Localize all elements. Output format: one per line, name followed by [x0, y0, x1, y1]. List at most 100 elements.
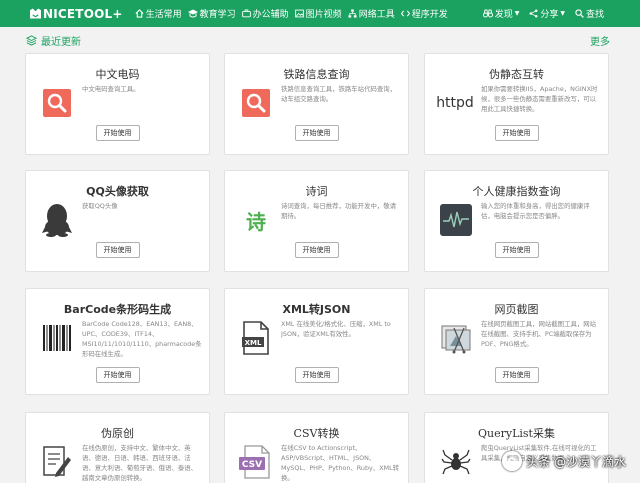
start-button[interactable]: 开始使用 [95, 367, 140, 383]
card-title: 个人健康指数查询 [472, 185, 561, 198]
main-nav: 生活常用 教育学习 办公辅助 图片视频 网络工具 程序开发 [135, 7, 454, 20]
chevron-down-icon: ▼ [514, 10, 520, 17]
start-button[interactable]: 开始使用 [95, 125, 140, 141]
image-icon [294, 9, 304, 18]
tool-card: 伪原创 在线伪原创，支持中文、繁体中文、英语、德语、日语、韩语、西班牙语、法语、… [25, 412, 210, 483]
nav-item-network[interactable]: 网络工具 [348, 7, 395, 20]
card-desc: 输入您的体重和身高，得出您的健康评估，电脑会提示您是否偏胖。 [481, 202, 590, 220]
watermark: 头条 @沙漠丫滴水 [502, 451, 626, 471]
watermark-logo-icon [502, 451, 523, 471]
search-icon [575, 9, 584, 18]
nav-item-education[interactable]: 教育学习 [187, 7, 236, 20]
csv-file-icon: CSV [239, 445, 273, 479]
card-desc: BarCode Code128、EAN13、EAN8、UPC、CODE39、IT… [82, 320, 202, 358]
card-title: 诗词 [305, 185, 328, 198]
csv-icon-text: CSV [242, 460, 262, 470]
card-desc: 在线CSV to Actionscript、ASP/VBScript、HTML、… [281, 444, 400, 482]
nav-share[interactable]: 分享 ▼ [529, 7, 565, 20]
nav-right: 发现 ▼ 分享 ▼ 查找 [473, 0, 604, 27]
logo-icon [30, 8, 41, 19]
card-title: QQ头像获取 [86, 185, 149, 198]
barcode-icon [40, 321, 74, 355]
nav-item-label: 生活常用 [145, 10, 182, 20]
watermark-text: 头条 @沙漠丫滴水 [526, 454, 626, 469]
card-title: 伪静态互转 [489, 68, 544, 81]
xml-file-icon: XML [239, 321, 273, 355]
start-button[interactable]: 开始使用 [494, 367, 539, 383]
start-button[interactable]: 开始使用 [294, 367, 339, 383]
start-button[interactable]: 开始使用 [294, 125, 339, 141]
nav-item-label: 教育学习 [199, 10, 236, 20]
document-edit-icon [40, 445, 74, 479]
layers-icon [26, 34, 37, 46]
qq-penguin-icon [40, 203, 74, 237]
card-title: 伪原创 [101, 427, 134, 440]
share-icon [529, 9, 538, 18]
httpd-icon-text: httpd [436, 95, 474, 111]
site-logo[interactable]: NICETOOL+ [30, 7, 123, 21]
card-title: 中文电码 [95, 68, 140, 81]
nav-item-label: 办公辅助 [252, 10, 289, 20]
tool-card: BarCode条形码生成 BarCode Code128、EAN13、EAN8、… [25, 288, 210, 395]
binoculars-icon [482, 9, 493, 18]
tool-card: 铁路信息查询 铁路信息查询工具，铁路车站代码查询，动车组交路查询。 开始使用 [224, 53, 409, 155]
search-magnifier-icon [40, 86, 74, 120]
tool-card: 个人健康指数查询 输入您的体重和身高，得出您的健康评估，电脑会提示您是否偏胖。 … [424, 170, 609, 272]
nav-search-label: 查找 [585, 10, 604, 20]
nav-discover[interactable]: 发现 ▼ [482, 7, 520, 20]
nav-share-label: 分享 [540, 10, 559, 20]
card-title: XML转JSON [282, 303, 351, 316]
httpd-icon: httpd [433, 86, 477, 120]
tool-card: QueryList采集 爬虫QueryList采集软件,在线可视化的工具采集，规… [424, 412, 609, 483]
tool-card: 中文电码 中文电码查询工具。 开始使用 [25, 53, 210, 155]
start-button[interactable]: 开始使用 [95, 242, 140, 258]
graduation-cap-icon [187, 9, 198, 18]
spider-icon [439, 445, 473, 479]
card-desc: 铁路信息查询工具，铁路车站代码查询，动车组交路查询。 [281, 85, 397, 103]
card-desc: 在线网页截图工具，网站截图工具，网站在线截图、支持手机、PC端截取保存为PDF、… [481, 320, 597, 348]
poem-icon: 诗 [239, 203, 273, 237]
card-title: 铁路信息查询 [283, 68, 350, 81]
nav-item-office[interactable]: 办公辅助 [241, 7, 289, 20]
health-monitor-icon [439, 203, 473, 237]
start-button[interactable]: 开始使用 [294, 242, 339, 258]
card-title: BarCode条形码生成 [63, 303, 172, 316]
tool-card: 网页截图 在线网页截图工具，网站截图工具，网站在线截图、支持手机、PC端截取保存… [424, 288, 609, 395]
nav-item-label: 程序开发 [411, 10, 448, 20]
chevron-down-icon: ▼ [560, 10, 565, 17]
card-desc: 诗词查询，每日推荐，功能开发中，敬请期待。 [281, 202, 397, 220]
card-desc: 中文电码查询工具。 [82, 85, 140, 93]
section-title: 最近更新 [41, 36, 81, 48]
nav-item-media[interactable]: 图片视频 [294, 7, 342, 20]
xml-icon-text: XML [245, 339, 262, 347]
tool-card: QQ头像获取 获取QQ头像 开始使用 [25, 170, 210, 272]
recent-updates-header: 最近更新 更多 [26, 32, 610, 48]
tool-card: 诗词 诗 诗词查询，每日推荐，功能开发中，敬请期待。 开始使用 [224, 170, 409, 272]
tool-card: 伪静态互转 httpd 如果你需要转换IIS，Apache，NGINX时候，很多… [424, 53, 609, 155]
logo-text: NICETOOL+ [43, 6, 123, 21]
nav-item-label: 图片视频 [305, 10, 342, 20]
card-desc: 在线伪原创，支持中文、繁体中文、英语、德语、日语、韩语、西班牙语、法语、意大利语… [82, 444, 198, 482]
nav-item-life[interactable]: 生活常用 [135, 7, 182, 20]
tool-card: XML转JSON XML XML 在线美化/格式化、压缩，XML to JSON… [224, 288, 409, 395]
home-icon [135, 9, 144, 18]
card-desc: 如果你需要转换IIS，Apache，NGINX时候，很多一些伪静态需要重新改写，… [481, 85, 598, 113]
nav-discover-label: 发现 [494, 10, 513, 20]
briefcase-icon [241, 9, 251, 18]
poem-icon-text: 诗 [246, 209, 266, 234]
card-desc: 获取QQ头像 [82, 202, 118, 210]
nav-search[interactable]: 查找 [575, 7, 604, 20]
screenshot-icon [439, 321, 473, 355]
nav-item-dev[interactable]: 程序开发 [400, 7, 448, 20]
start-button[interactable]: 开始使用 [494, 125, 539, 141]
start-button[interactable]: 开始使用 [494, 242, 539, 258]
card-title: CSV转换 [293, 427, 340, 440]
card-title: QueryList采集 [478, 427, 555, 440]
tool-card: CSV转换 CSV 在线CSV to Actionscript、ASP/VBSc… [224, 412, 409, 483]
search-magnifier-icon [239, 86, 273, 120]
code-icon [400, 10, 410, 17]
nav-item-label: 网络工具 [358, 10, 395, 20]
more-link[interactable]: 更多 [590, 33, 610, 48]
network-icon [348, 9, 357, 18]
card-desc: XML 在线美化/格式化、压缩，XML to JSON，验证XML有效性。 [281, 320, 391, 338]
